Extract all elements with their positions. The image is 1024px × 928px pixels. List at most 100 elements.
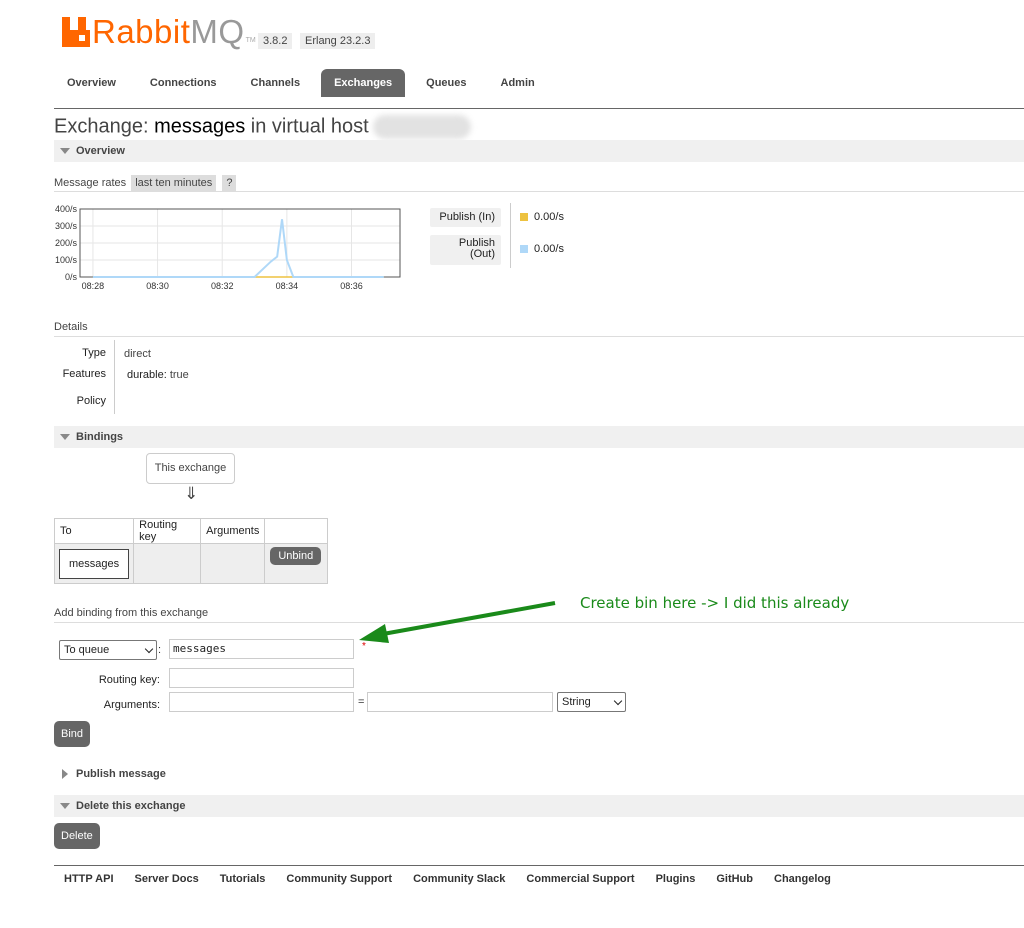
section-publish-message[interactable]: Publish message [54, 763, 1024, 785]
table-row: messages Unbind [53, 543, 329, 584]
publish-in-value: 0.00/s [534, 211, 564, 223]
tab-admin[interactable]: Admin [488, 69, 548, 97]
main-nav: Overview Connections Channels Exchanges … [54, 69, 556, 97]
x-tick-label: 08:30 [146, 281, 169, 291]
details-header: Details [54, 321, 88, 333]
legend-publish-in-label: Publish (In) [430, 208, 501, 227]
y-tick-label: 400/s [55, 204, 78, 214]
col-to: To [53, 518, 135, 544]
tab-overview[interactable]: Overview [54, 69, 129, 97]
argument-type-select[interactable]: String [557, 692, 626, 712]
publish-out-swatch [520, 245, 528, 254]
footer-link-server-docs[interactable]: Server Docs [135, 873, 199, 885]
logo-text-mq: MQ [190, 13, 245, 50]
equals-sign: = [358, 696, 365, 708]
policy-label: Policy [76, 395, 106, 407]
details-divider [54, 336, 1024, 337]
arguments-label: Arguments: [103, 699, 160, 711]
logo-trademark: TM [245, 37, 256, 44]
delete-button[interactable]: Delete [54, 823, 100, 849]
argument-key-input[interactable] [169, 692, 354, 712]
tab-connections[interactable]: Connections [137, 69, 230, 97]
down-arrow-icon: ⇓ [184, 484, 199, 503]
series-publish-out-line [92, 219, 384, 278]
annotation-arrow-icon [359, 601, 556, 643]
rabbitmq-logo: Rabbit MQ TM [62, 13, 256, 50]
collapse-triangle-icon [60, 148, 70, 154]
chevron-down-icon [613, 696, 623, 705]
unbind-button[interactable]: Unbind [270, 547, 322, 565]
expand-triangle-icon [62, 769, 68, 779]
x-tick-label: 08:36 [340, 281, 363, 291]
footer-link-plugins[interactable]: Plugins [656, 873, 696, 885]
tab-channels[interactable]: Channels [238, 69, 314, 97]
legend-publish-in: 0.00/s [520, 211, 564, 223]
collapse-triangle-icon [60, 803, 70, 809]
destination-input[interactable]: messages [169, 639, 354, 659]
destination-type-select[interactable]: To queue [59, 640, 157, 660]
type-value: direct [124, 348, 151, 360]
footer-link-tutorials[interactable]: Tutorials [220, 873, 266, 885]
legend-publish-out-label: Publish (Out) [430, 235, 501, 265]
rate-range-selector[interactable]: last ten minutes [131, 175, 217, 191]
publish-in-swatch [520, 213, 528, 222]
logo-text-rabbit: Rabbit [92, 13, 191, 50]
erlang-version-badge: Erlang 23.2.3 [300, 33, 376, 49]
y-tick-label: 0/s [65, 272, 78, 282]
this-exchange-box: This exchange [146, 453, 235, 484]
message-rates-chart: 400/s 300/s 200/s 100/s 0/s 08:28 08:30 08:32 0… [55, 204, 401, 291]
section-delete-exchange[interactable]: Delete this exchange [54, 795, 1024, 817]
message-rates-header: Message rates last ten minutes ? [54, 175, 237, 191]
colon-separator: : [158, 644, 162, 656]
x-tick-label: 08:34 [276, 281, 299, 291]
chevron-down-icon [144, 644, 154, 653]
bind-button[interactable]: Bind [54, 721, 91, 747]
details-column-divider [114, 340, 115, 414]
exchange-name: messages [154, 115, 246, 138]
x-tick-label: 08:32 [211, 281, 234, 291]
page-title: Exchange: messages in virtual host [54, 115, 471, 139]
legend-publish-out: 0.00/s [520, 243, 564, 255]
col-actions [264, 518, 329, 544]
rabbit-logo-icon [62, 17, 90, 47]
footer-link-http-api[interactable]: HTTP API [64, 873, 114, 885]
footer-divider [54, 865, 1024, 866]
version-badge: 3.8.2 [258, 33, 293, 49]
footer-link-github[interactable]: GitHub [716, 873, 753, 885]
y-tick-label: 100/s [55, 255, 78, 265]
footer-link-changelog[interactable]: Changelog [774, 873, 831, 885]
message-rates-divider [54, 191, 1024, 192]
redacted-vhost [372, 115, 471, 139]
binding-destination-queue[interactable]: messages [59, 548, 130, 579]
binding-arguments [200, 543, 266, 584]
annotation-text: Create bin here -> I did this already [580, 594, 850, 612]
binding-routing-key [133, 543, 202, 584]
x-tick-label: 08:28 [82, 281, 105, 291]
bindings-table: To Routing key Arguments messages Unbind [53, 518, 329, 584]
features-value: durable: true [127, 369, 189, 381]
col-routing-key: Routing key [133, 518, 202, 544]
section-bindings[interactable]: Bindings [54, 426, 1024, 448]
collapse-triangle-icon [60, 434, 70, 440]
routing-key-label: Routing key: [98, 674, 160, 686]
col-arguments: Arguments [200, 518, 266, 544]
footer-link-community-support[interactable]: Community Support [286, 873, 392, 885]
publish-out-value: 0.00/s [534, 243, 564, 255]
routing-key-input[interactable] [169, 668, 354, 688]
tab-exchanges[interactable]: Exchanges [321, 69, 406, 97]
table-header-row: To Routing key Arguments [53, 518, 329, 544]
footer: HTTP API Server Docs Tutorials Community… [54, 873, 842, 885]
section-overview[interactable]: Overview [54, 140, 1024, 162]
y-tick-label: 200/s [55, 238, 78, 248]
footer-link-commercial-support[interactable]: Commercial Support [526, 873, 634, 885]
argument-value-input[interactable] [367, 692, 553, 712]
y-tick-label: 300/s [55, 221, 78, 231]
help-button[interactable]: ? [222, 175, 237, 191]
footer-link-community-slack[interactable]: Community Slack [413, 873, 505, 885]
tab-queues[interactable]: Queues [413, 69, 479, 97]
features-label: Features [62, 368, 106, 380]
legend-divider [510, 203, 511, 268]
add-binding-header: Add binding from this exchange [54, 607, 209, 619]
type-label: Type [82, 347, 106, 359]
nav-divider [54, 108, 1024, 109]
